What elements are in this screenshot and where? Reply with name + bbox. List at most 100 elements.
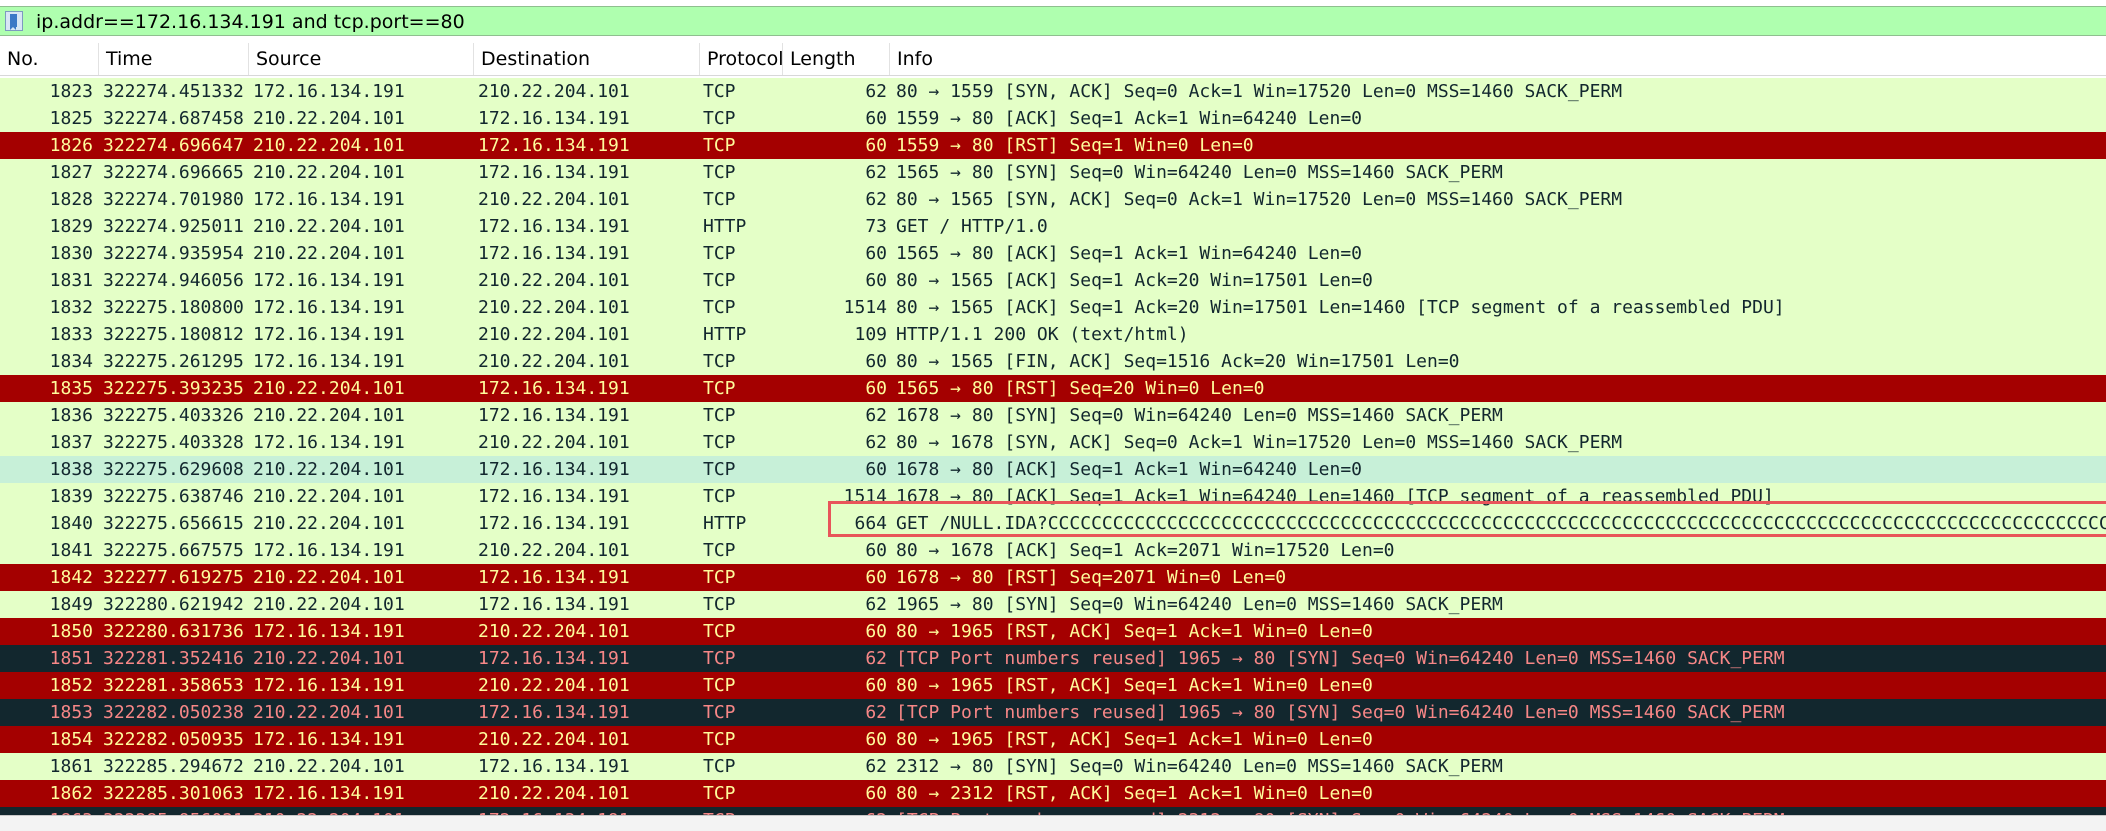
packet-info: 2312 → 80 [SYN] Seq=0 Win=64240 Len=0 MS… [896, 756, 1503, 777]
packet-length: 62 [865, 432, 887, 453]
packet-info: 80 → 2312 [RST, ACK] Seq=1 Ack=1 Win=0 L… [896, 783, 1373, 804]
packet-protocol: TCP [703, 729, 736, 750]
packet-row[interactable]: 1829 322274.925011 210.22.204.101 172.16.13… [0, 213, 2106, 240]
packet-source: 210.22.204.101 [253, 486, 405, 507]
display-filter-bar[interactable]: ip.addr==172.16.134.191 and tcp.port==80 [0, 6, 2106, 36]
packet-row[interactable]: 1851 322281.352416 210.22.204.101 172.16.13… [0, 645, 2106, 672]
packet-destination: 172.16.134.191 [478, 756, 630, 777]
packet-row[interactable]: 1863 322285.956021210.22.204.101 172.16.13… [0, 807, 2106, 815]
packet-no: 1852 [49, 675, 93, 696]
bookmark-icon[interactable] [5, 11, 23, 31]
packet-protocol: TCP [703, 189, 736, 210]
packet-info: 1565 → 80 [RST] Seq=20 Win=0 Len=0 [896, 378, 1265, 399]
packet-protocol: TCP [703, 648, 736, 669]
packet-row[interactable]: 1834 322275.261295 172.16.134.191 210.22.20… [0, 348, 2106, 375]
column-header-info[interactable]: Info [890, 43, 2106, 75]
packet-row[interactable]: 1861 322285.294672 210.22.204.101 172.16.13… [0, 753, 2106, 780]
packet-time: 322282.050935 [103, 729, 244, 750]
packet-row[interactable]: 1854 322282.050935 172.16.134.191 210.22.20… [0, 726, 2106, 753]
wireshark-window: ip.addr==172.16.134.191 and tcp.port==80… [0, 0, 2106, 831]
packet-source: 172.16.134.191 [253, 675, 405, 696]
packet-protocol: TCP [703, 162, 736, 183]
packet-row[interactable]: 1841 322275.667575 172.16.134.191 210.22.20… [0, 537, 2106, 564]
packet-row[interactable]: 1850 322280.631736 172.16.134.191 210.22.20… [0, 618, 2106, 645]
packet-destination: 210.22.204.101 [478, 621, 630, 642]
packet-time: 322282.050238 [103, 702, 244, 723]
column-header-length[interactable]: Length [783, 43, 890, 75]
packet-protocol: TCP [703, 243, 736, 264]
packet-list[interactable]: 1823 322274.451332 172.16.134.191 210.22.20… [0, 77, 2106, 815]
packet-protocol: TCP [703, 135, 736, 156]
packet-row[interactable]: 1825 322274.687458 210.22.204.101 172.16.13… [0, 105, 2106, 132]
packet-source: 210.22.204.101 [253, 405, 405, 426]
packet-info: GET / HTTP/1.0 [896, 216, 1048, 237]
packet-protocol: TCP [703, 621, 736, 642]
packet-row[interactable]: 1831 322274.946056 172.16.134.191 210.22.20… [0, 267, 2106, 294]
packet-protocol: TCP [703, 675, 736, 696]
packet-protocol: HTTP [703, 324, 747, 345]
packet-row[interactable]: 1827 322274.696665 210.22.204.101 172.16.13… [0, 159, 2106, 186]
packet-protocol: TCP [703, 432, 736, 453]
packet-length: 60 [865, 243, 887, 264]
packet-no: 1840 [49, 513, 93, 534]
column-header-protocol[interactable]: Protocol [700, 43, 784, 75]
packet-time: 322277.619275 [103, 567, 244, 588]
packet-destination: 210.22.204.101 [478, 270, 630, 291]
packet-protocol: TCP [703, 108, 736, 129]
packet-protocol: TCP [703, 297, 736, 318]
packet-time: 322275.638746 [103, 486, 244, 507]
packet-row[interactable]: 1852 322281.358653 172.16.134.191 210.22.20… [0, 672, 2106, 699]
packet-protocol: TCP [703, 405, 736, 426]
packet-row[interactable]: 1842 322277.619275 210.22.204.101 172.16.13… [0, 564, 2106, 591]
packet-protocol: TCP [703, 378, 736, 399]
packet-protocol: TCP [703, 567, 736, 588]
packet-source: 172.16.134.191 [253, 297, 405, 318]
packet-destination: 172.16.134.191 [478, 162, 630, 183]
packet-row[interactable]: 1836 322275.403326 210.22.204.101 172.16.13… [0, 402, 2106, 429]
packet-no: 1863 [0, 807, 93, 815]
packet-no: 1841 [49, 540, 93, 561]
packet-time: 322274.701980 [103, 189, 244, 210]
packet-no: 1828 [49, 189, 93, 210]
packet-info: 1565 → 80 [ACK] Seq=1 Ack=1 Win=64240 Le… [896, 243, 1362, 264]
packet-protocol: TCP [703, 594, 736, 615]
column-header-destination[interactable]: Destination [474, 43, 700, 75]
packet-no: 1823 [49, 81, 93, 102]
packet-length: 60 [865, 675, 887, 696]
packet-no: 1836 [49, 405, 93, 426]
packet-info: 80 → 1565 [SYN, ACK] Seq=0 Ack=1 Win=175… [896, 189, 1623, 210]
packet-row[interactable]: 1828 322274.701980 172.16.134.191 210.22.20… [0, 186, 2106, 213]
packet-row[interactable]: 1839 322275.638746 210.22.204.101 172.16.13… [0, 483, 2106, 510]
packet-protocol: TCP [703, 702, 736, 723]
packet-row[interactable]: 1832 322275.180800 172.16.134.191 210.22.20… [0, 294, 2106, 321]
packet-info: 1559 → 80 [RST] Seq=1 Win=0 Len=0 [896, 135, 1254, 156]
packet-source: 210.22.204.101 [253, 162, 405, 183]
packet-row[interactable]: 1840 322275.656615 210.22.204.101 172.16.13… [0, 510, 2106, 537]
packet-source: 210.22.204.101 [253, 135, 405, 156]
packet-row[interactable]: 1853 322282.050238 210.22.204.101 172.16.13… [0, 699, 2106, 726]
packet-row[interactable]: 1835 322275.393235 210.22.204.101 172.16.13… [0, 375, 2106, 402]
packet-source: 210.22.204.101 [253, 648, 405, 669]
packet-protocol: HTTP [703, 216, 747, 237]
packet-destination: 210.22.204.101 [478, 81, 630, 102]
packet-info: 1965 → 80 [SYN] Seq=0 Win=64240 Len=0 MS… [896, 594, 1503, 615]
packet-row[interactable]: 1862 322285.301063 172.16.134.191 210.22.20… [0, 780, 2106, 807]
packet-info: [TCP Port numbers reused] 1965 → 80 [SYN… [896, 648, 1785, 669]
packet-destination: 172.16.134.191 [478, 216, 630, 237]
packet-time: 322275.403328 [103, 432, 244, 453]
packet-row[interactable]: 1837 322275.403328 172.16.134.191 210.22.20… [0, 429, 2106, 456]
display-filter-input[interactable]: ip.addr==172.16.134.191 and tcp.port==80 [36, 10, 465, 34]
packet-row[interactable]: 1830 322274.935954 210.22.204.101 172.16.13… [0, 240, 2106, 267]
packet-source: 172.16.134.191 [253, 270, 405, 291]
packet-row[interactable]: 1849 322280.621942 210.22.204.101 172.16.13… [0, 591, 2106, 618]
packet-row[interactable]: 1826 322274.696647 210.22.204.101 172.16.13… [0, 132, 2106, 159]
column-header-time[interactable]: Time [99, 43, 249, 75]
column-header-source[interactable]: Source [249, 43, 474, 75]
packet-row[interactable]: 1833 322275.180812 172.16.134.191 210.22.20… [0, 321, 2106, 348]
packet-row[interactable]: 1823 322274.451332 172.16.134.191 210.22.20… [0, 78, 2106, 105]
packet-protocol: TCP [703, 783, 736, 804]
packet-destination: 172.16.134.191 [478, 594, 630, 615]
packet-destination: 172.16.134.191 [478, 486, 630, 507]
packet-row[interactable]: 1838 322275.629608 210.22.204.101 172.16.13… [0, 456, 2106, 483]
column-header-no[interactable]: No. [0, 43, 99, 75]
